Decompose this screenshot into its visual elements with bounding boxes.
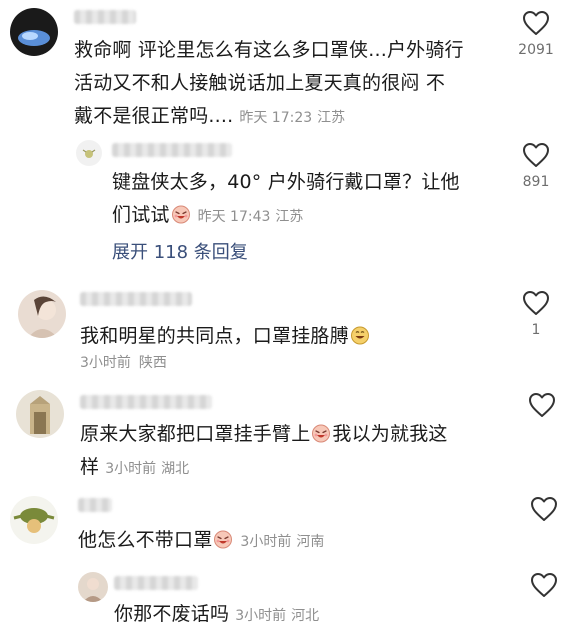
avatar-image — [28, 296, 58, 338]
laughing-emoji-icon — [311, 423, 331, 443]
like-heart-icon[interactable] — [522, 290, 550, 316]
comment-text: 原来大家都把口罩挂手臂上 我以为就我这 样 3小时前 湖北 — [80, 423, 448, 478]
laughing-emoji-icon — [213, 529, 233, 549]
like-heart-icon[interactable] — [522, 10, 550, 36]
username[interactable] — [80, 292, 192, 306]
avatar-image — [13, 508, 55, 533]
avatar[interactable] — [16, 390, 64, 438]
avatar[interactable] — [18, 290, 66, 338]
avatar-image — [18, 30, 50, 46]
like-heart-icon[interactable] — [528, 392, 556, 418]
comment-text: 救命啊 评论里怎么有这么多口罩侠...户外骑行 活动又不和人接触说话加上夏天真的… — [74, 39, 464, 127]
comment-meta: 昨天 17:43 江苏 — [197, 209, 304, 225]
comment-meta: 3小时前 河北 — [235, 608, 320, 624]
username[interactable] — [112, 143, 232, 157]
like-count: 2091 — [518, 42, 554, 58]
username[interactable] — [114, 576, 198, 590]
like-heart-icon[interactable] — [522, 142, 550, 168]
avatar[interactable] — [76, 140, 102, 166]
avatar[interactable] — [10, 8, 58, 56]
comment-meta: 3小时前 陕西 — [80, 355, 167, 371]
like-heart-icon[interactable] — [530, 496, 558, 522]
grin-emoji-icon — [350, 325, 370, 345]
avatar-image — [30, 396, 50, 434]
avatar-image — [83, 578, 103, 602]
avatar[interactable] — [10, 496, 58, 544]
username[interactable] — [78, 498, 112, 512]
avatar[interactable] — [78, 572, 108, 602]
username[interactable] — [80, 395, 212, 409]
comment-meta: 3小时前 湖北 — [105, 461, 190, 477]
comment-text: 键盘侠太多，40° 户外骑行戴口罩？让他 们试试 昨天 17:43 江苏 — [112, 171, 460, 226]
comment-meta: 昨天 17:23 江苏 — [239, 110, 346, 126]
laughing-emoji-icon — [171, 204, 191, 224]
like-count: 891 — [522, 174, 550, 190]
comment-meta: 3小时前 河南 — [240, 534, 325, 550]
comment-text: 他怎么不带口罩 3小时前 河南 — [78, 529, 325, 551]
avatar-image — [82, 149, 96, 158]
username[interactable] — [74, 10, 136, 24]
like-count: 1 — [531, 322, 541, 338]
like-heart-icon[interactable] — [530, 572, 558, 598]
expand-replies-link[interactable]: 展开 118 条回复 — [112, 238, 248, 264]
comment-text: 我和明星的共同点，口罩挂胳膊 — [80, 320, 500, 353]
comment-text: 你那不废话吗 3小时前 河北 — [114, 603, 320, 625]
